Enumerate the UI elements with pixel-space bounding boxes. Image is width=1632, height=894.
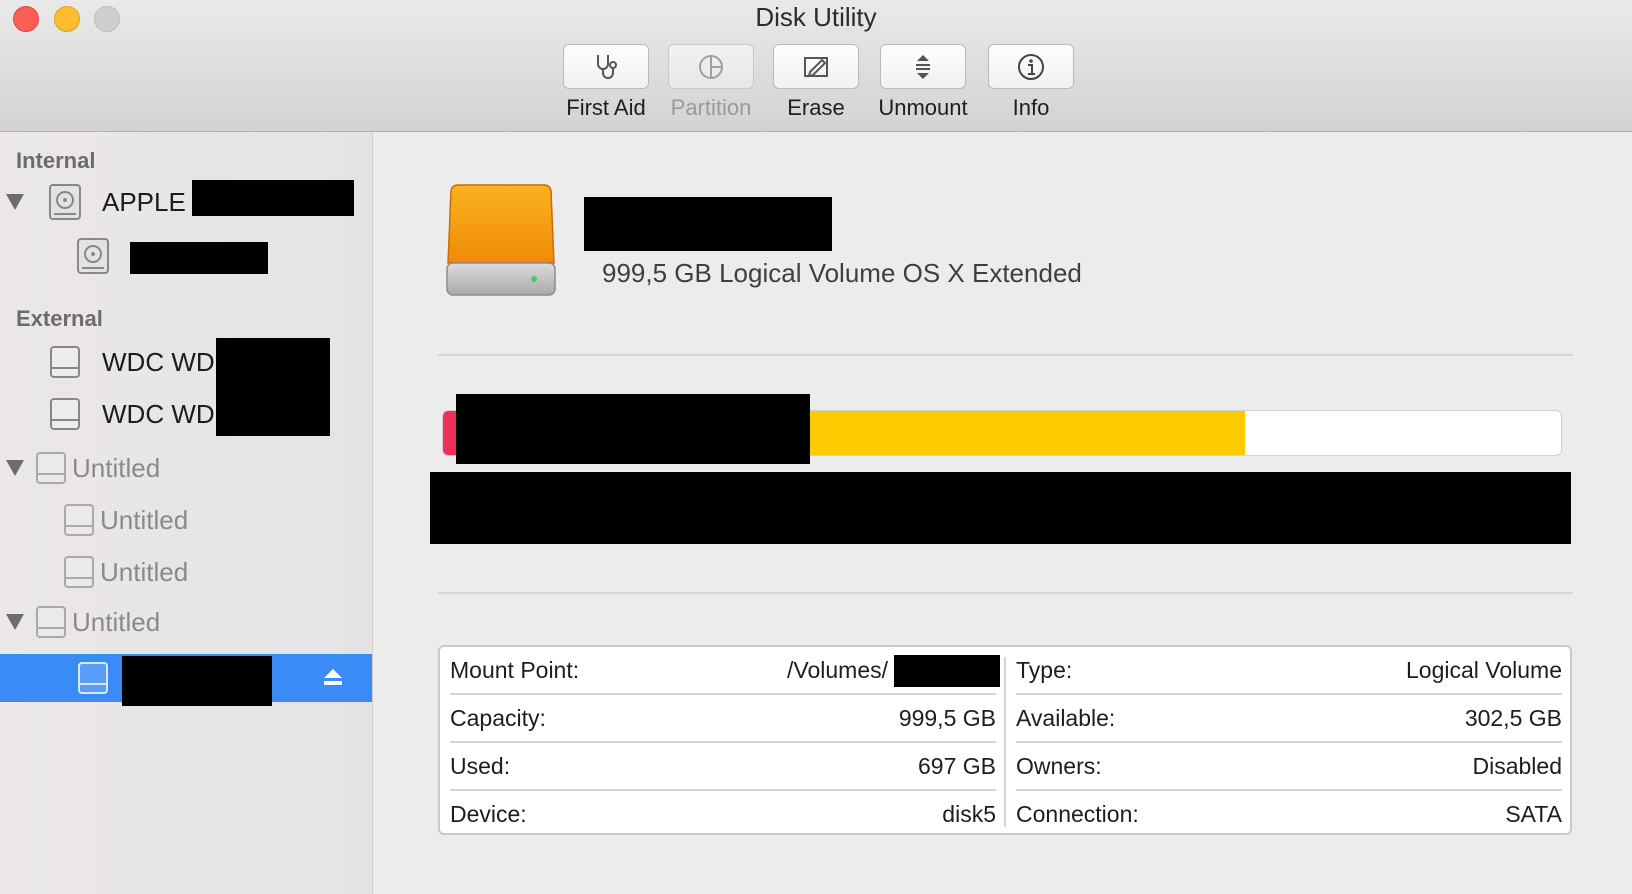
external-disk-icon	[64, 504, 94, 536]
sidebar-item-untitled-2[interactable]: Untitled	[62, 496, 188, 544]
sidebar-item-wdc-1[interactable]: WDC WD	[48, 338, 215, 386]
erase-button[interactable]	[773, 44, 859, 89]
usage-legend-redaction	[456, 394, 810, 464]
info-row-used: Used: 697 GB	[450, 743, 996, 789]
sidebar-item-untitled-3[interactable]: Untitled	[62, 548, 188, 596]
unmount-button[interactable]	[880, 44, 966, 89]
unmount-icon	[916, 54, 930, 79]
toolbar: Disk Utility First Aid Partition Erase U…	[0, 0, 1632, 132]
info-row-type: Type: Logical Volume	[1016, 647, 1562, 693]
info-value: disk5	[942, 800, 996, 827]
info-key: Available:	[1016, 704, 1116, 731]
pie-icon	[699, 54, 723, 79]
internal-disk-icon	[77, 238, 109, 274]
volume-subtitle: 999,5 GB Logical Volume OS X Extended	[602, 258, 1082, 288]
first-aid-button[interactable]	[563, 44, 649, 89]
sidebar-item-label: Untitled	[72, 606, 161, 637]
sidebar-item-internal-volume[interactable]	[76, 232, 130, 280]
info-value: 697 GB	[918, 752, 996, 779]
sidebar-section-external: External	[16, 306, 103, 331]
divider	[438, 592, 1573, 594]
external-drive-icon	[446, 184, 556, 296]
info-value: 999,5 GB	[898, 704, 996, 731]
sidebar-item-label: Untitled	[100, 504, 189, 535]
external-disk-icon	[36, 452, 66, 484]
eject-icon[interactable]	[322, 666, 344, 688]
external-disk-icon	[50, 398, 80, 430]
sidebar-item-label: Untitled	[100, 556, 189, 587]
window-title: Disk Utility	[755, 2, 877, 32]
divider	[438, 354, 1573, 356]
info-value: Disabled	[1472, 752, 1563, 779]
external-disk-icon	[50, 346, 80, 378]
sidebar-item-label: APPLE	[102, 186, 186, 217]
sidebar-item-untitled-4[interactable]: Untitled	[34, 598, 160, 646]
sidebar-item-label: WDC WD	[102, 398, 215, 429]
partition-button[interactable]	[668, 44, 754, 89]
info-key: Capacity:	[450, 704, 546, 731]
info-value: Logical Volume	[1406, 656, 1562, 683]
sidebar-item-label: Untitled	[72, 452, 161, 483]
external-disk-icon	[36, 606, 66, 638]
usage-legend-redaction	[430, 472, 1571, 544]
disclosure-triangle-icon[interactable]	[6, 194, 24, 210]
info-key: Type:	[1016, 656, 1073, 683]
sidebar-section-internal: Internal	[16, 148, 96, 173]
sidebar-item-apple[interactable]: APPLE	[48, 178, 186, 226]
stethoscope-icon	[597, 54, 617, 79]
redaction	[894, 655, 1000, 687]
info-table: Mount Point: /Volumes/ Capacity: 999,5 G…	[438, 645, 1572, 835]
info-key: Connection:	[1016, 800, 1139, 827]
sidebar-item-wdc-2[interactable]: WDC WD	[48, 390, 215, 438]
info-row-available: Available: 302,5 GB	[1016, 695, 1562, 741]
redaction	[216, 338, 330, 436]
info-value: 302,5 GB	[1464, 704, 1562, 731]
internal-disk-icon	[49, 184, 81, 220]
info-key: Mount Point:	[450, 656, 580, 683]
info-key: Used:	[450, 752, 511, 779]
external-disk-icon	[64, 556, 94, 588]
info-row-device: Device: disk5	[450, 791, 996, 837]
disclosure-triangle-icon[interactable]	[6, 460, 24, 476]
pencil-icon	[804, 56, 828, 77]
info-row-owners: Owners: Disabled	[1016, 743, 1562, 789]
sidebar: Internal APPLE External WDC WD WDC WD Un…	[0, 132, 373, 894]
info-key: Owners:	[1016, 752, 1102, 779]
column-divider	[1004, 657, 1006, 827]
info-row-connection: Connection: SATA	[1016, 791, 1562, 837]
info-key: Device:	[450, 800, 527, 827]
info-icon	[1018, 53, 1044, 80]
sidebar-item-label: WDC WD	[102, 346, 215, 377]
info-button[interactable]	[988, 44, 1074, 89]
info-row-capacity: Capacity: 999,5 GB	[450, 695, 996, 741]
volume-name-redaction	[584, 197, 832, 251]
sidebar-item-untitled-1[interactable]: Untitled	[34, 444, 160, 492]
external-disk-icon	[78, 662, 108, 694]
redaction	[122, 656, 272, 706]
info-label: Info	[1012, 95, 1050, 120]
disclosure-triangle-icon[interactable]	[6, 614, 24, 630]
redaction	[130, 242, 268, 274]
info-value: /Volumes/	[787, 656, 888, 683]
info-value: SATA	[1505, 800, 1562, 827]
redaction	[192, 180, 354, 216]
